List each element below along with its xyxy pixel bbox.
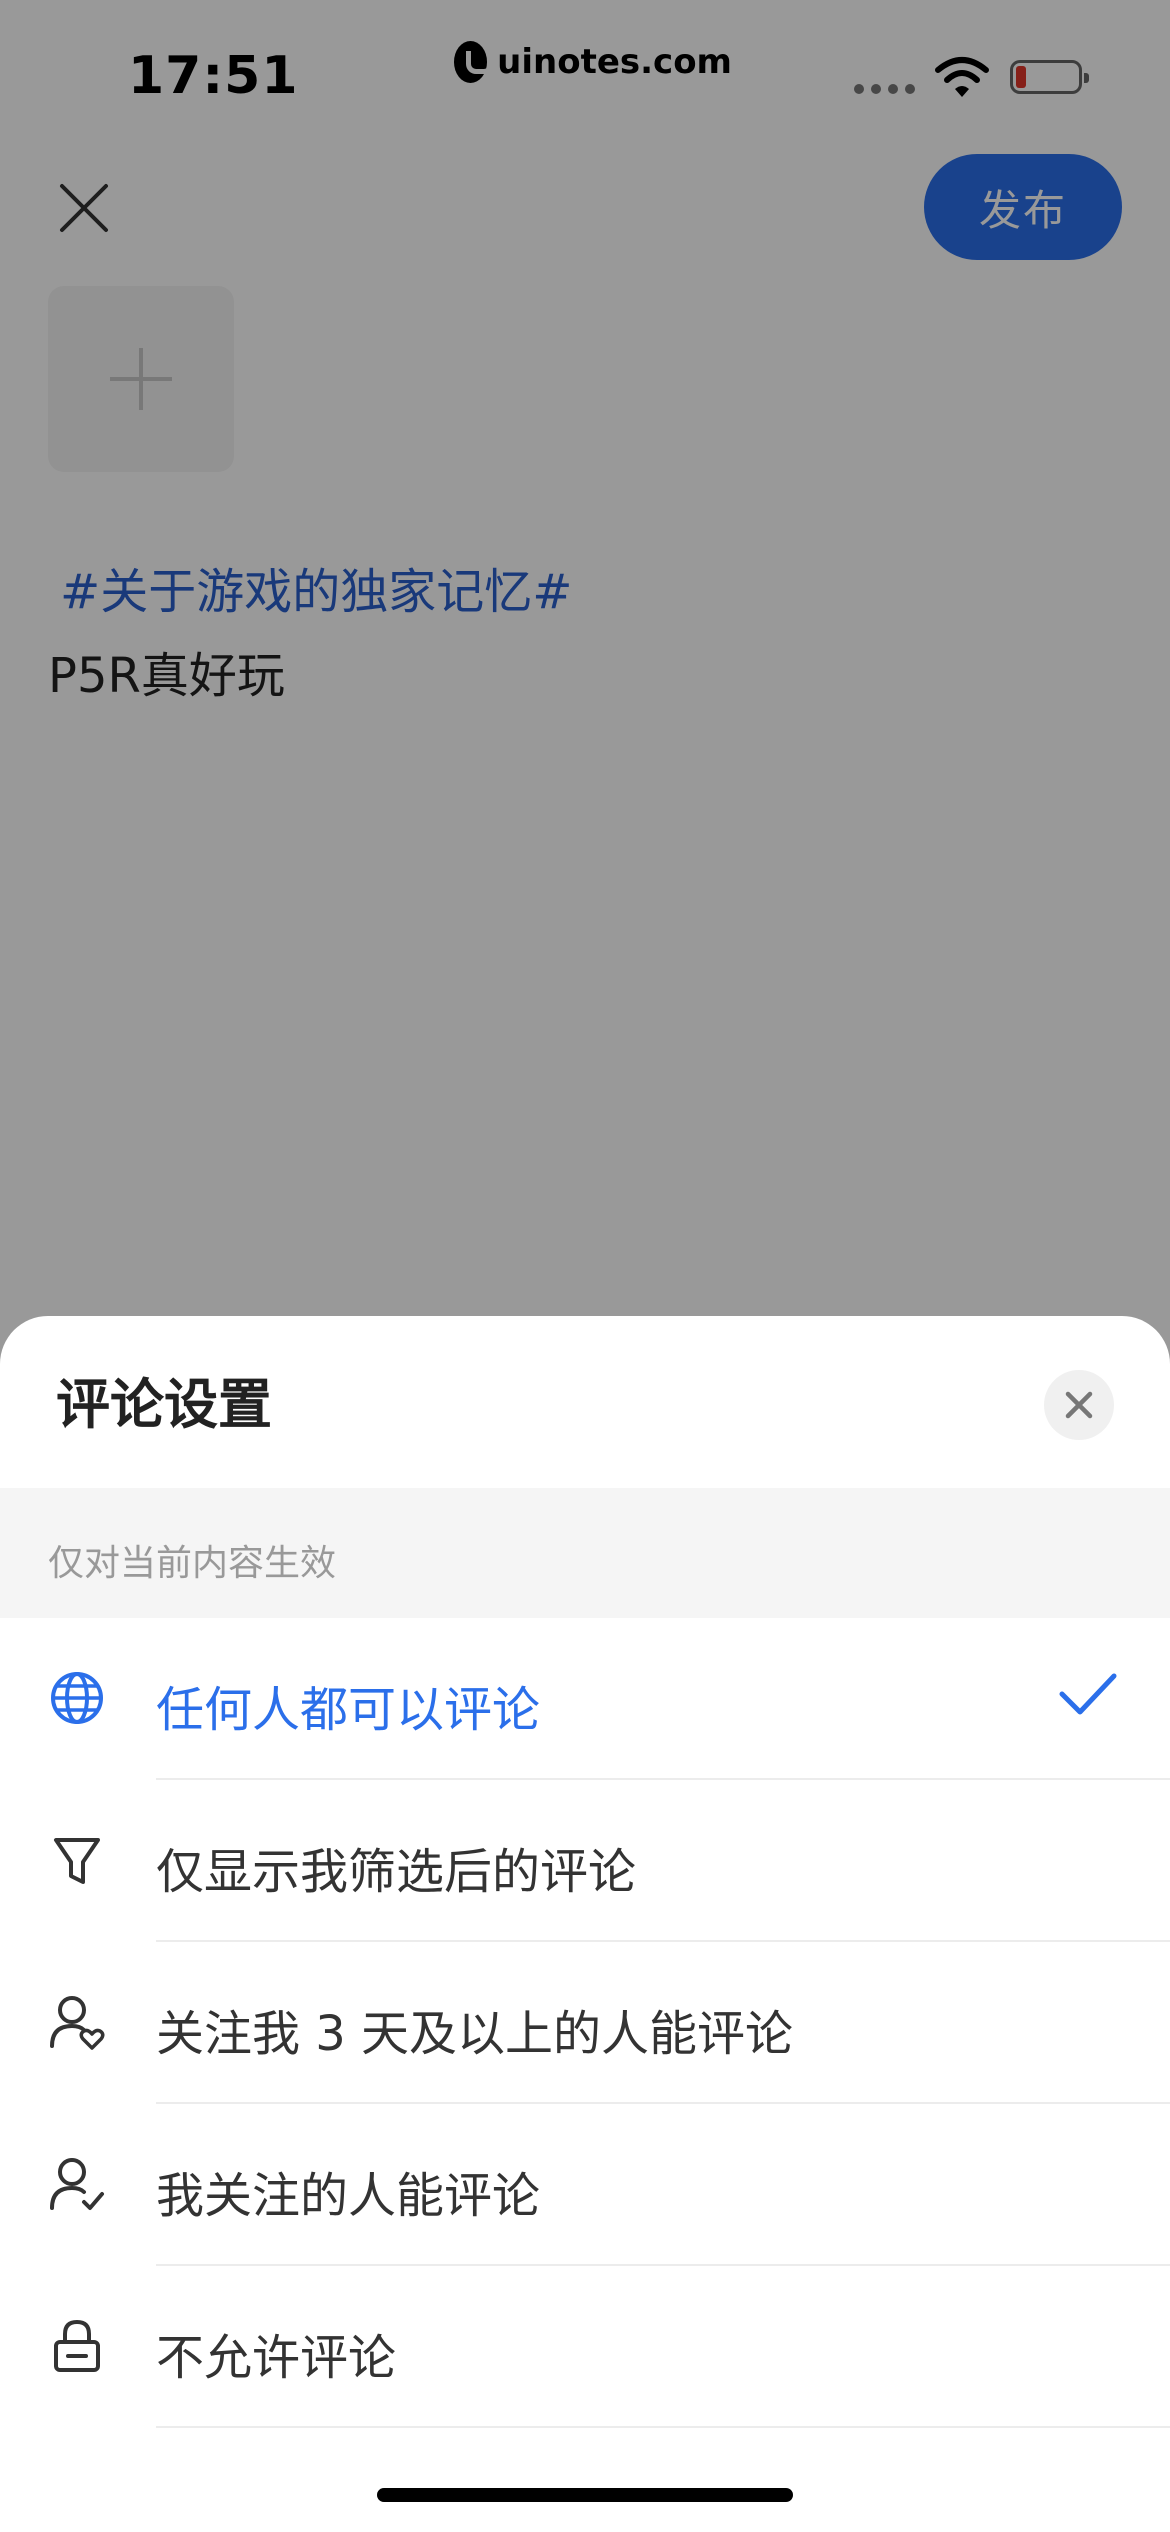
- filter-icon: [54, 1838, 100, 1884]
- user-heart-icon: [50, 1996, 105, 2050]
- sheet-close-button[interactable]: [1044, 1370, 1114, 1440]
- sheet-title: 评论设置: [56, 1373, 272, 1436]
- user-check-icon: [50, 2158, 104, 2210]
- option-label: 仅显示我筛选后的评论: [156, 1844, 637, 1900]
- checkmark-icon: [1059, 1673, 1117, 1715]
- comment-settings-sheet: 评论设置 仅对当前内容生效 任何人都可以评论 仅显示我筛选后的评论 关注我 3 …: [0, 1316, 1170, 2532]
- scope-notice: 仅对当前内容生效: [0, 1488, 1170, 1618]
- option-label: 关注我 3 天及以上的人能评论: [156, 2006, 794, 2062]
- lock-icon: [54, 2319, 100, 2372]
- globe-icon: [51, 1672, 103, 1724]
- option-anyone[interactable]: 任何人都可以评论: [0, 1618, 1170, 1780]
- screen: 17:51 uinotes.com 发布 #关于游戏的独家记忆# P5R真好玩 …: [0, 0, 1170, 2532]
- option-followers-3days[interactable]: 关注我 3 天及以上的人能评论: [0, 1942, 1170, 2104]
- divider: [156, 2426, 1170, 2428]
- option-following[interactable]: 我关注的人能评论: [0, 2104, 1170, 2266]
- option-label: 我关注的人能评论: [156, 2168, 541, 2224]
- option-label: 任何人都可以评论: [156, 1682, 541, 1738]
- close-icon: [1065, 1391, 1093, 1419]
- option-no-comments[interactable]: 不允许评论: [0, 2266, 1170, 2428]
- option-filtered[interactable]: 仅显示我筛选后的评论: [0, 1780, 1170, 1942]
- scope-notice-text: 仅对当前内容生效: [48, 1543, 337, 1584]
- home-indicator[interactable]: [377, 2488, 793, 2502]
- option-label: 不允许评论: [156, 2330, 397, 2386]
